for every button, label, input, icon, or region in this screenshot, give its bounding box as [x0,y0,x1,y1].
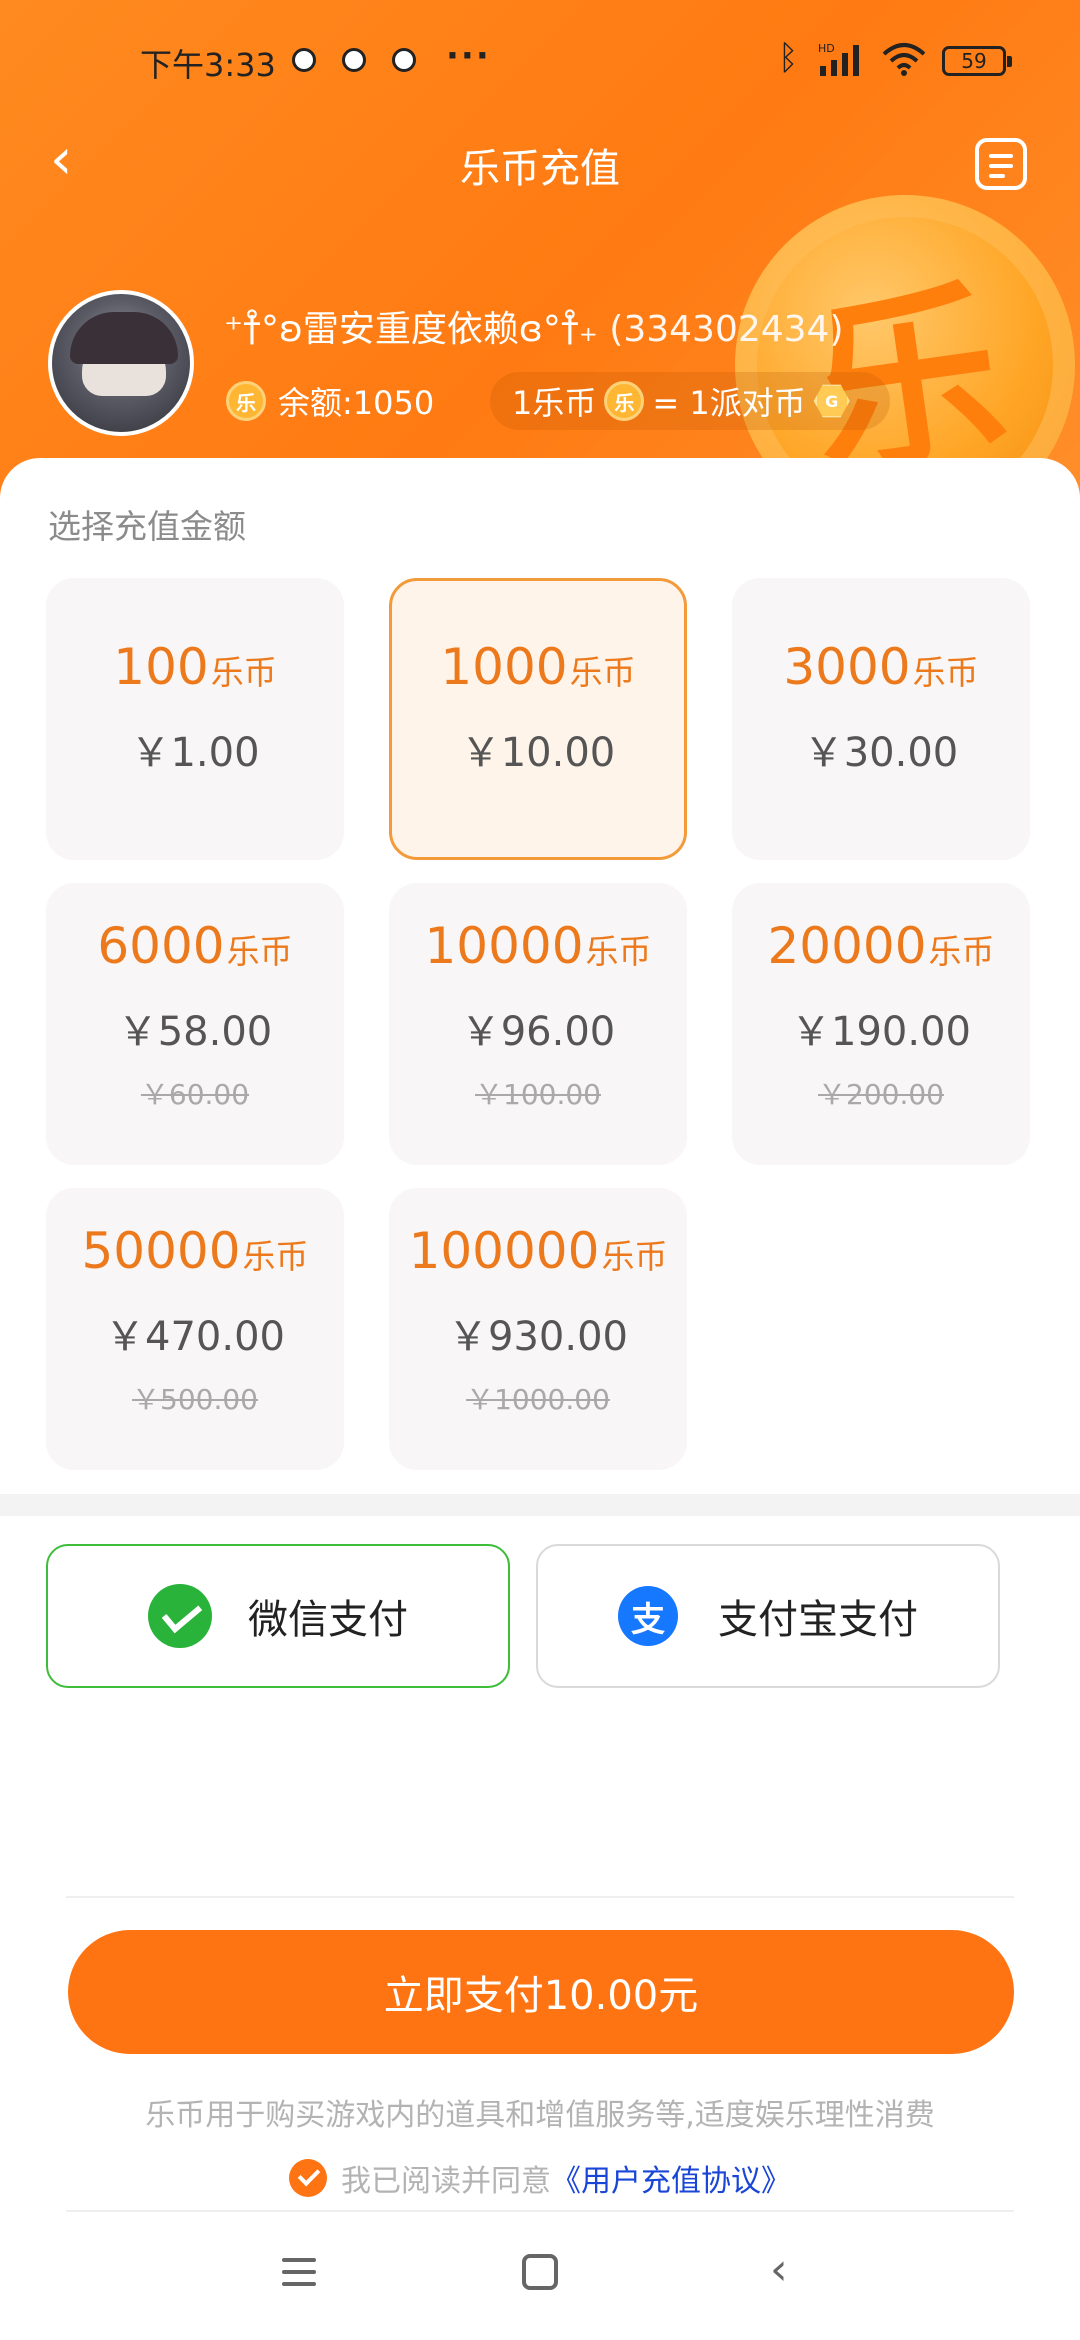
package-coins: 100000乐币 [389,1222,687,1280]
balance-text: 余额:1050 [278,384,435,422]
package-coins: 20000乐币 [732,917,1030,975]
package-original-price: ￥1000.00 [466,1383,610,1416]
package-coins: 6000乐币 [46,917,344,975]
package-coins-unit: 乐币 [912,653,979,692]
package-coins-unit: 乐币 [928,932,995,971]
rate-middle-text: = 1派对币 [652,384,806,422]
nav-back-button[interactable]: ‹ [770,2244,788,2295]
package-price: ￥470.00 [105,1314,285,1360]
notification-app-icon [392,48,416,72]
rate-left-text: 1乐币 [512,384,597,422]
package-card[interactable]: 50000乐币 ￥470.00 ￥500.00 [46,1188,344,1470]
package-card[interactable]: 3000乐币 ￥30.00 [732,578,1030,860]
package-original-price: ￥200.00 [818,1078,944,1111]
network-type-label: HD [818,42,835,55]
status-time: 下午3:33 [140,46,276,84]
package-coins: 1000乐币 [392,638,684,696]
package-coins: 10000乐币 [389,917,687,975]
notification-app-icon [292,48,316,72]
exchange-rate-pill: 1乐币 乐 = 1派对币 G [490,372,890,430]
consumption-notice: 乐币用于购买游戏内的道具和增值服务等,适度娱乐理性消费 [145,2098,935,2133]
wechat-pay-button[interactable]: 微信支付 [46,1544,510,1688]
package-card[interactable]: 100乐币 ￥1.00 [46,578,344,860]
user-name-line: ⁺†̊°ʚ雷安重度依赖ɞ°†̊₊ (334302434) [224,300,844,352]
wechat-pay-icon [148,1584,212,1648]
package-original-price: ￥500.00 [132,1383,258,1416]
wechat-pay-label: 微信支付 [248,1597,408,1643]
package-coins-value: 100000 [408,1222,600,1280]
package-coins-unit: 乐币 [242,1237,309,1276]
record-line-icon [989,164,1013,168]
agreement-row: 我已阅读并同意 《用户充值协议》 [0,2156,1080,2200]
package-coins-value: 6000 [97,917,225,975]
recharge-sheet: 选择充值金额 100乐币 ￥1.00 1000乐币 ￥10.00 3000乐币 … [0,458,1080,2340]
package-coins-value: 3000 [783,638,911,696]
notification-app-icon [342,48,366,72]
signal-icon: HD [818,42,859,76]
alipay-label: 支付宝支付 [718,1597,918,1643]
status-bar: 下午3:33 ··· ᛒ HD 59 [0,0,1080,120]
package-coins-value: 1000 [440,638,568,696]
package-coins-unit: 乐币 [569,653,636,692]
package-price: ￥190.00 [791,1009,971,1055]
package-coins: 3000乐币 [732,638,1030,696]
package-coins: 50000乐币 [46,1222,344,1280]
system-nav-bar: ‹ [0,2220,1080,2340]
package-coins-unit: 乐币 [601,1237,668,1276]
nav-menu-button[interactable] [282,2258,320,2290]
package-card[interactable]: 10000乐币 ￥96.00 ￥100.00 [389,883,687,1165]
avatar [48,290,194,436]
package-price: ￥58.00 [117,1009,273,1055]
package-price: ￥30.00 [803,730,959,776]
le-coin-icon: 乐 [226,381,266,421]
package-card[interactable]: 20000乐币 ￥190.00 ￥200.00 [732,883,1030,1165]
package-coins-value: 10000 [424,917,584,975]
record-line-icon [989,174,1005,178]
user-id: (334302434) [609,309,844,350]
battery-icon: 59 [942,46,1012,76]
agreement-checkbox[interactable] [289,2159,327,2197]
package-coins-value: 20000 [767,917,927,975]
user-name: ⁺†̊°ʚ雷安重度依赖ɞ°†̊₊ [224,309,598,350]
package-coins-unit: 乐币 [585,932,652,971]
package-card[interactable]: 6000乐币 ￥58.00 ￥60.00 [46,883,344,1165]
package-card-selected[interactable]: 1000乐币 ￥10.00 [389,578,687,860]
section-divider [0,1494,1080,1516]
package-original-price: ￥100.00 [475,1078,601,1111]
package-price: ￥96.00 [460,1009,616,1055]
section-label-amount: 选择充值金额 [48,507,246,546]
package-coins-value: 50000 [81,1222,241,1280]
package-price: ￥1.00 [130,730,260,776]
divider [66,2210,1014,2212]
package-price: ￥10.00 [460,730,616,776]
package-coins-unit: 乐币 [210,653,277,692]
more-notifications-icon: ··· [446,36,491,76]
alipay-icon: 支 [618,1586,678,1646]
wifi-icon [882,43,926,76]
bluetooth-icon: ᛒ [778,38,799,78]
divider [66,1896,1014,1898]
package-card[interactable]: 100000乐币 ￥930.00 ￥1000.00 [389,1188,687,1470]
pay-now-button[interactable]: 立即支付10.00元 [68,1930,1014,2054]
balance-row: 乐 余额:1050 [226,374,434,428]
record-line-icon [989,154,1013,158]
page-title: 乐币充值 [460,146,620,192]
alipay-button[interactable]: 支 支付宝支付 [536,1544,1000,1688]
package-coins-unit: 乐币 [226,932,293,971]
package-coins-value: 100 [113,638,209,696]
agreement-link[interactable]: 《用户充值协议》 [551,2156,791,2200]
party-coin-icon: G [813,384,850,418]
le-coin-icon: 乐 [604,381,645,421]
package-price: ￥930.00 [448,1314,628,1360]
nav-home-button[interactable] [522,2254,558,2290]
package-coins: 100乐币 [46,638,344,696]
package-original-price: ￥60.00 [140,1078,250,1111]
agreement-prefix: 我已阅读并同意 [341,2164,551,2199]
recharge-record-button[interactable] [975,138,1027,190]
